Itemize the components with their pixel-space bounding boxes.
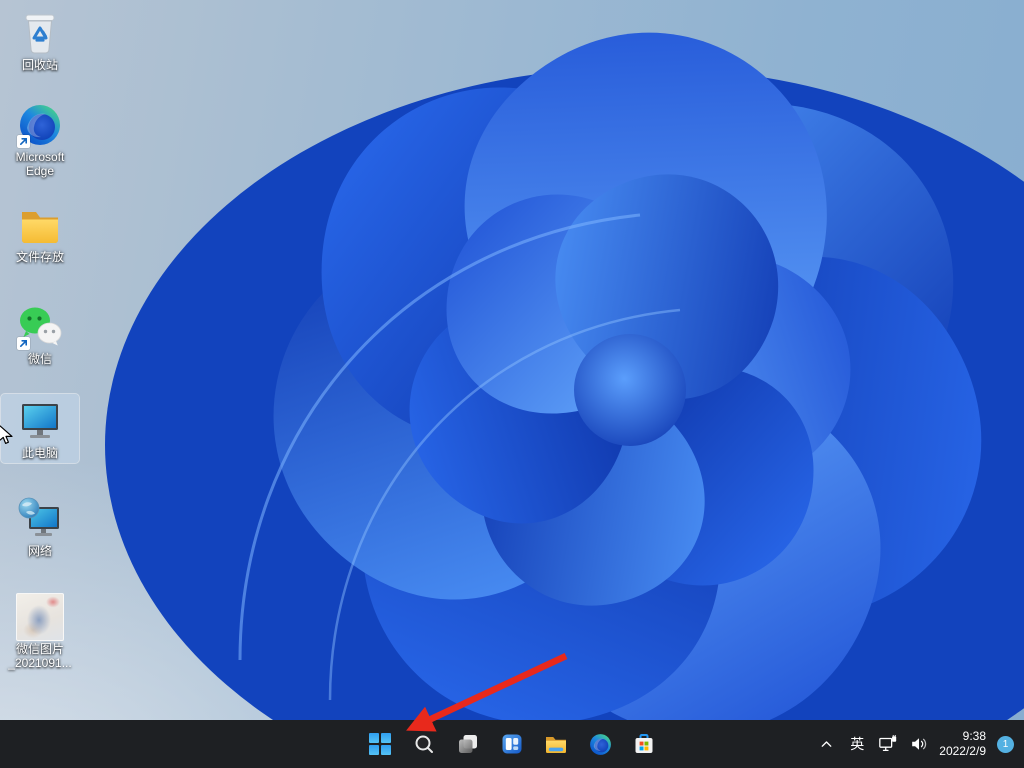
store-icon <box>632 732 656 756</box>
taskbar-center-group <box>360 720 664 768</box>
search-icon <box>412 732 436 756</box>
label-line-1: 微信图片 <box>16 642 64 656</box>
desktop-icon-label: 微信图片 _2021091... <box>8 642 71 670</box>
desktop-icon-network[interactable]: 网络 <box>1 492 79 561</box>
wallpaper-bloom <box>0 0 1024 768</box>
desktop-icon-label: 微信 <box>28 352 52 366</box>
edge-taskbar-button[interactable] <box>580 724 620 764</box>
hidden-icons-button[interactable] <box>815 733 837 755</box>
network-status-button[interactable] <box>877 733 899 755</box>
label-line-2: _2021091... <box>8 656 71 670</box>
image-thumbnail <box>16 593 64 641</box>
widgets-button[interactable] <box>492 724 532 764</box>
system-tray: 英 9:38 2022/2/9 1 <box>815 720 1024 768</box>
shortcut-arrow-icon <box>17 337 30 350</box>
edge-icon <box>16 101 64 149</box>
desktop-icon-wechat[interactable]: 微信 <box>1 300 79 369</box>
wechat-icon <box>16 303 64 351</box>
desktop-icon-label: 文件存放 <box>16 250 64 264</box>
taskbar-clock[interactable]: 9:38 2022/2/9 <box>939 729 986 759</box>
edge-icon <box>588 732 613 757</box>
file-explorer-button[interactable] <box>536 724 576 764</box>
desktop-icon-label: 回收站 <box>22 58 58 72</box>
desktop-icon-label: Microsoft Edge <box>2 150 78 178</box>
recycle-bin-icon <box>16 9 64 57</box>
desktop-icon-recycle-bin[interactable]: 回收站 <box>1 6 79 75</box>
clock-time: 9:38 <box>939 729 986 744</box>
task-view-icon <box>456 732 480 756</box>
widgets-icon <box>500 732 524 756</box>
notification-badge[interactable]: 1 <box>997 736 1014 753</box>
search-button[interactable] <box>404 724 444 764</box>
desktop-icon-this-pc[interactable]: 此电脑 <box>1 394 79 463</box>
desktop-icon-wechat-image[interactable]: 微信图片 _2021091... <box>1 590 79 673</box>
windows-logo-icon <box>369 733 391 755</box>
store-button[interactable] <box>624 724 664 764</box>
speaker-icon <box>909 734 929 754</box>
network-icon <box>16 495 64 543</box>
shortcut-arrow-icon <box>17 135 30 148</box>
ethernet-icon <box>878 734 898 754</box>
start-button[interactable] <box>360 724 400 764</box>
ime-indicator[interactable]: 英 <box>846 733 868 755</box>
desktop-icon-label: 网络 <box>28 544 52 558</box>
desktop-icon-folder[interactable]: 文件存放 <box>1 198 79 267</box>
desktop-icon-label: 此电脑 <box>22 446 58 460</box>
desktop: 回收站 Microsoft Edge <box>0 0 1024 768</box>
taskbar: 英 9:38 2022/2/9 1 <box>0 720 1024 768</box>
clock-date: 2022/2/9 <box>939 744 986 759</box>
this-pc-icon <box>16 397 64 445</box>
chevron-up-icon <box>819 737 834 752</box>
task-view-button[interactable] <box>448 724 488 764</box>
folder-icon <box>16 201 64 249</box>
volume-button[interactable] <box>908 733 930 755</box>
desktop-icon-edge[interactable]: Microsoft Edge <box>1 98 79 181</box>
file-explorer-icon <box>544 732 568 756</box>
